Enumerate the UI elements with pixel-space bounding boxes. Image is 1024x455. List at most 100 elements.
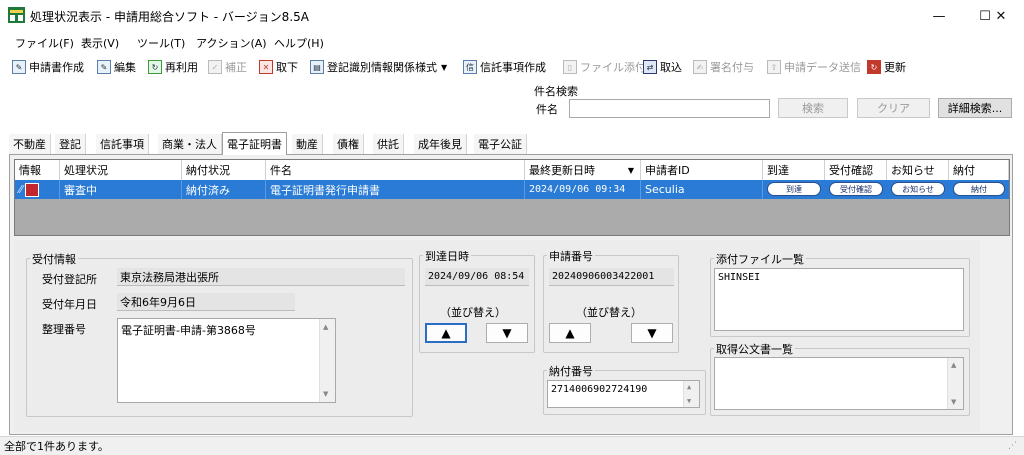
withdraw-button[interactable]: ✕ 取下 (259, 58, 298, 76)
toolbar-label: 申請書作成 (29, 61, 84, 74)
attachments-legend: 添付ファイル一覧 (714, 251, 806, 267)
reception-date-value: 令和6年9月6日 (117, 293, 295, 311)
menu-file[interactable]: ファイル(F) (15, 35, 74, 51)
menu-tools[interactable]: ツール(T) (137, 35, 185, 51)
reception-office-value: 東京法務局港出張所 (117, 268, 405, 286)
notice-button[interactable]: お知らせ (891, 182, 945, 196)
arrival-datetime-value: 2024/09/06 08:54 (425, 268, 529, 286)
toolbar-label: 申請データ送信 (784, 61, 861, 74)
table-row[interactable]: ⁄⁄ 審査中 納付済み 電子証明書発行申請書 2024/09/06 09:34 … (15, 180, 1009, 199)
sign-button[interactable]: ✍ 署名付与 (693, 58, 754, 76)
scroll-up-icon[interactable]: ▲ (951, 361, 956, 369)
create-application-button[interactable]: ✎ 申請書作成 (12, 58, 84, 76)
tab-adult-guardianship[interactable]: 成年後見 (414, 134, 467, 154)
col-last-updated-label: 最終更新日時 (529, 164, 595, 177)
edit-icon: ✎ (97, 60, 111, 74)
import-button[interactable]: ⇄ 取込 (643, 58, 682, 76)
col-payment-status[interactable]: 納付状況 (182, 160, 266, 180)
minimize-button[interactable]: — (916, 0, 962, 32)
app-icon (8, 7, 25, 23)
attachments-list[interactable]: SHINSEI (714, 268, 964, 331)
col-payment[interactable]: 納付 (949, 160, 1009, 180)
arrival-sort-desc-button[interactable]: ▼ (486, 323, 528, 343)
search-legend: 件名検索 (534, 85, 578, 98)
tab-electronic-notarization[interactable]: 電子公証 (474, 134, 527, 154)
col-applicant-id[interactable]: 申請者ID (641, 160, 763, 180)
close-button[interactable]: ✕ (978, 0, 1024, 32)
clear-button[interactable]: クリア (857, 98, 930, 118)
col-notice[interactable]: お知らせ (887, 160, 949, 180)
signature-icon: ✍ (693, 60, 707, 74)
application-number-value: 20240906003422001 (549, 268, 674, 286)
arrival-sort-asc-button[interactable]: ▲ (425, 323, 467, 343)
scroll-down-icon[interactable]: ▼ (323, 390, 328, 398)
grid-header: 情報 処理状況 納付状況 件名 最終更新日時 ▼ 申請者ID 到達 受付確認 お… (15, 160, 1009, 180)
send-data-button[interactable]: ⇪ 申請データ送信 (767, 58, 861, 76)
col-info[interactable]: 情報 (15, 160, 60, 180)
col-receipt-confirm[interactable]: 受付確認 (825, 160, 887, 180)
arrival-datetime-legend: 到達日時 (423, 248, 471, 264)
scroll-down-icon[interactable]: ▼ (951, 398, 956, 406)
attach-icon: ▯ (563, 60, 577, 74)
toolbar-label: 信託事項作成 (480, 61, 546, 74)
official-documents-scrollbar[interactable]: ▲ ▼ (947, 358, 963, 409)
receipt-confirm-button[interactable]: 受付確認 (829, 182, 883, 196)
col-status[interactable]: 処理状況 (60, 160, 182, 180)
toolbar-label: 再利用 (165, 61, 198, 74)
application-sort-desc-button[interactable]: ▼ (631, 323, 673, 343)
dropdown-arrow-icon: ▼ (441, 62, 448, 72)
trust-matter-button[interactable]: 信信託事項作成 (463, 58, 546, 76)
withdraw-icon: ✕ (259, 60, 273, 74)
toolbar-label: 更新 (884, 61, 906, 74)
row-last-updated: 2024/09/06 09:34 (525, 180, 641, 199)
search-button[interactable]: 検索 (778, 98, 848, 118)
tab-receivables[interactable]: 債権 (333, 134, 364, 154)
reference-number-scrollbar[interactable]: ▲ ▼ (319, 319, 335, 402)
payment-number-field[interactable]: 2714006902724190 ▲ ▼ (547, 380, 700, 408)
pen-icon: ⁄⁄ (19, 183, 23, 196)
arrival-button[interactable]: 到達 (767, 182, 821, 196)
tab-registration[interactable]: 登記 (55, 134, 86, 154)
menu-help[interactable]: ヘルプ(H) (274, 35, 324, 51)
reuse-button[interactable]: ↻ 再利用 (148, 58, 198, 76)
attach-file-button[interactable]: ▯ ファイル添付 (563, 58, 646, 76)
row-applicant-id: Seculia (641, 180, 763, 199)
refresh-icon: ↻ (867, 60, 881, 74)
reception-office-label: 受付登記所 (42, 273, 97, 286)
col-last-updated[interactable]: 最終更新日時 ▼ (525, 160, 641, 180)
tab-real-estate[interactable]: 不動産 (9, 134, 51, 154)
scroll-up-icon[interactable]: ▲ (323, 323, 328, 331)
resize-grip-icon[interactable]: ⋰ (1008, 441, 1017, 451)
toolbar-label: 編集 (114, 61, 136, 74)
reference-number-field[interactable]: 電子証明書-申請-第3868号 ▲ ▼ (117, 318, 336, 403)
application-sort-label: （並び替え） (576, 306, 642, 319)
tab-electronic-certificate[interactable]: 電子証明書 (222, 132, 287, 155)
tab-movables[interactable]: 動産 (292, 134, 323, 154)
payment-button[interactable]: 納付 (953, 182, 1005, 196)
col-arrival[interactable]: 到達 (763, 160, 825, 180)
official-documents-list[interactable]: ▲ ▼ (714, 357, 964, 410)
tab-deposit[interactable]: 供託 (373, 134, 404, 154)
advanced-search-button[interactable]: 詳細検索... (938, 98, 1012, 118)
toolbar-label: ファイル添付 (580, 61, 646, 74)
menu-view[interactable]: 表示(V) (81, 35, 119, 51)
application-sort-asc-button[interactable]: ▲ (549, 323, 591, 343)
toolbar-label: 取込 (660, 61, 682, 74)
tab-commercial-corporate[interactable]: 商業・法人 (158, 134, 222, 154)
registry-forms-button[interactable]: ▤ 登記識別情報関係様式 ▼ (310, 58, 447, 76)
subject-search-input[interactable] (569, 99, 770, 118)
menu-action[interactable]: アクション(A) (196, 35, 267, 51)
correct-button[interactable]: ✓ 補正 (208, 58, 247, 76)
edit-button[interactable]: ✎ 編集 (97, 58, 136, 76)
toolbar-label: 補正 (225, 61, 247, 74)
scroll-down-icon[interactable]: ▼ (687, 397, 691, 405)
status-text: 全部で1件あります。 (4, 440, 109, 453)
reference-number-value: 電子証明書-申請-第3868号 (121, 324, 256, 337)
attachment-item[interactable]: SHINSEI (718, 272, 760, 283)
tab-trust-matters[interactable]: 信託事項 (96, 134, 149, 154)
refresh-button[interactable]: ↻ 更新 (867, 58, 906, 76)
payment-number-scrollbar[interactable]: ▲ ▼ (683, 381, 699, 407)
reception-info-legend: 受付情報 (30, 251, 78, 267)
col-subject[interactable]: 件名 (266, 160, 525, 180)
scroll-up-icon[interactable]: ▲ (687, 383, 691, 391)
